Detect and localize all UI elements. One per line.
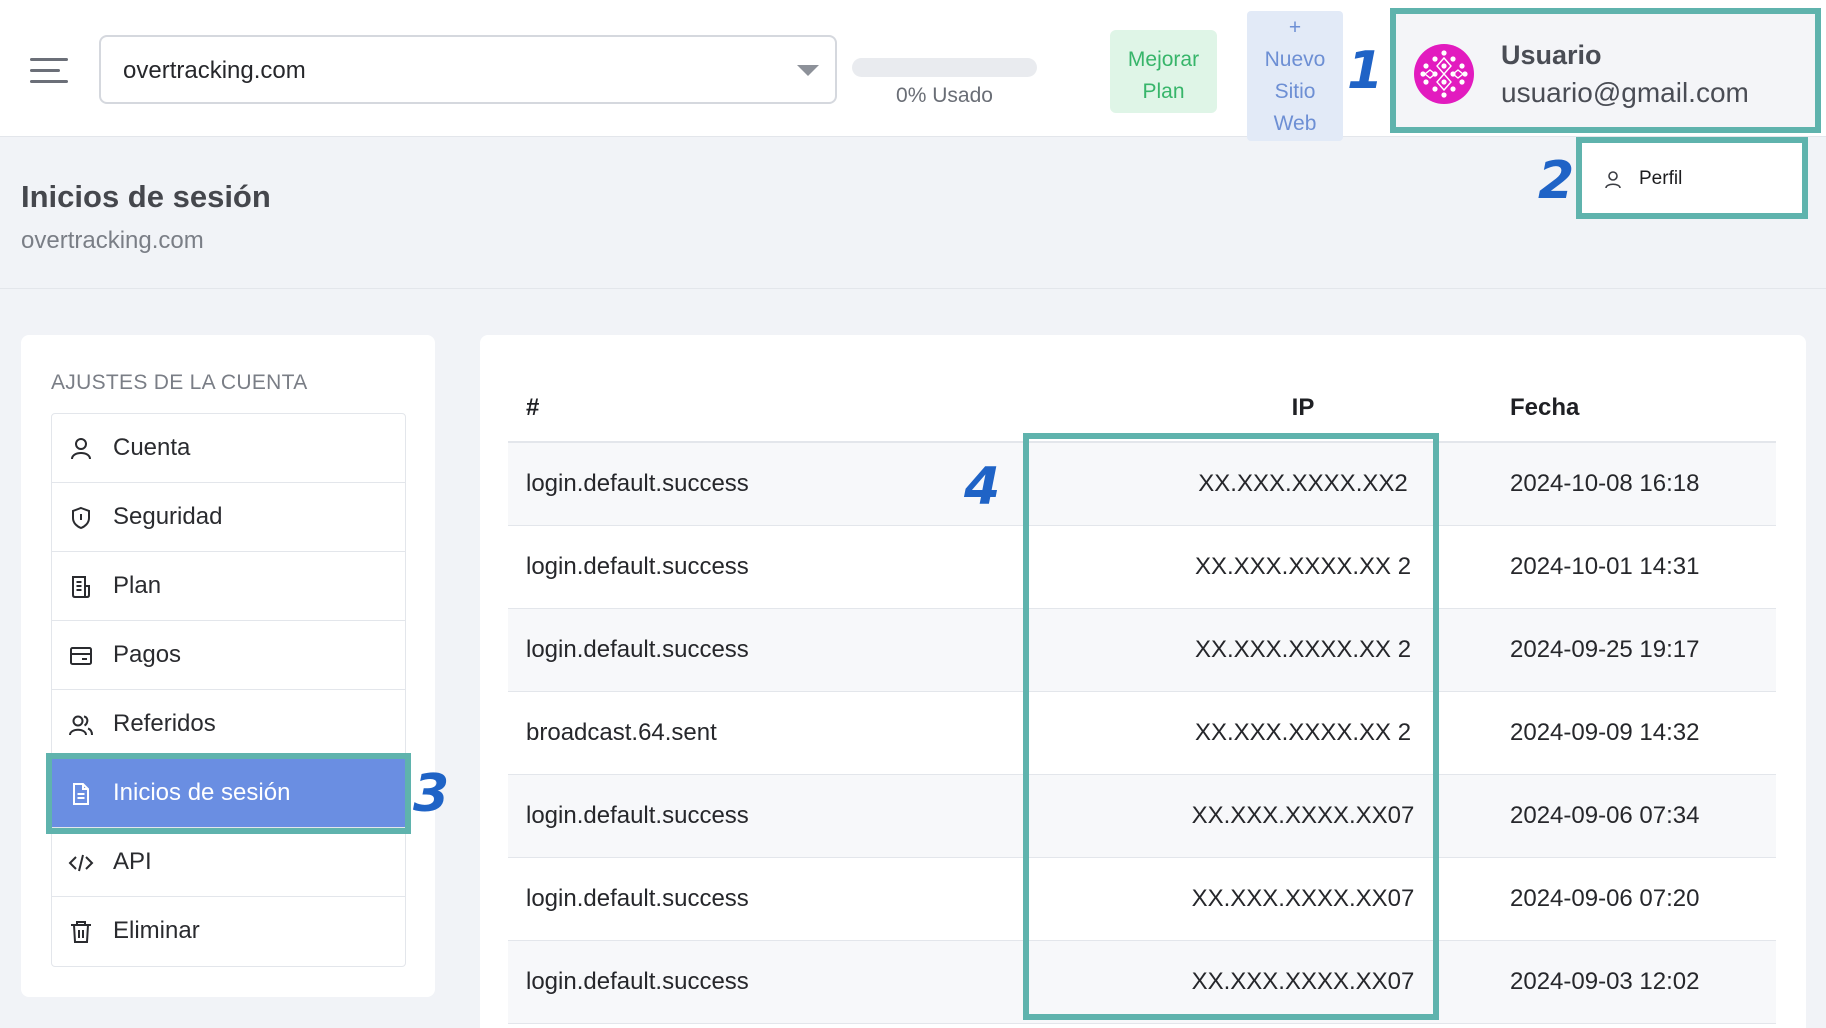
user-email: usuario@gmail.com <box>1501 77 1749 108</box>
sidebar-item-label: Seguridad <box>113 503 223 530</box>
account-settings-sidebar: AJUSTES DE LA CUENTA Cuenta Seguridad Pl… <box>21 335 435 997</box>
date-cell: 2024-09-06 07:34 <box>1488 774 1776 858</box>
code-icon <box>68 854 94 872</box>
table-row: login.default.success XX.XXX.XXXX.XX 2 2… <box>508 525 1776 609</box>
event-cell: login.default.success <box>508 442 1108 526</box>
date-cell: 2024-09-06 07:20 <box>1488 857 1776 941</box>
wallet-icon <box>70 647 92 665</box>
usage-label: 0% Usado <box>896 84 993 107</box>
sidebar-item-api[interactable]: API <box>52 828 405 897</box>
upgrade-plan-label-line2: Plan <box>1142 80 1185 103</box>
sidebar-item-seguridad[interactable]: Seguridad <box>52 483 405 552</box>
date-cell: 2024-09-09 14:32 <box>1488 691 1776 775</box>
annotation-marker-3: 3 <box>413 764 450 824</box>
sidebar-item-label: API <box>113 848 152 875</box>
sidebar-item-pagos[interactable]: Pagos <box>52 621 405 690</box>
new-website-label-line1: Nuevo <box>1264 48 1326 71</box>
ip-cell: XX.XXX.XXXX.XX2 <box>1108 442 1488 526</box>
date-cell: 2024-10-01 14:31 <box>1488 525 1776 609</box>
date-cell: 2024-09-25 19:17 <box>1488 608 1776 692</box>
table-row: login.default.success XX.XXX.XXXX.XX2 20… <box>508 442 1776 526</box>
user-menu[interactable]: Usuario usuario@gmail.com <box>1390 8 1821 133</box>
table-row: login.default.success XX.XXX.XXXX.XX 2 2… <box>508 608 1776 692</box>
event-cell: login.default.success <box>508 940 1108 1024</box>
date-cell: 2024-10-08 16:18 <box>1488 442 1776 526</box>
page-header: Inicios de sesión overtracking.com <box>0 137 1826 289</box>
receipt-icon <box>72 576 90 598</box>
table-row: broadcast.64.sent XX.XXX.XXXX.XX 2 2024-… <box>508 691 1776 775</box>
logins-table-card: # IP Fecha login.default.success XX.XXX.… <box>480 335 1806 1028</box>
ip-cell: XX.XXX.XXXX.XX07 <box>1108 940 1488 1024</box>
page-title: Inicios de sesión <box>21 179 271 214</box>
date-cell: 2024-09-03 12:02 <box>1488 940 1776 1024</box>
column-header-date: Fecha <box>1488 375 1776 443</box>
sidebar-item-label: Inicios de sesión <box>113 779 291 806</box>
usage-progress-bar <box>852 58 1037 77</box>
annotation-marker-1: 1 <box>1347 41 1384 101</box>
ip-cell: XX.XXX.XXXX.XX07 <box>1108 774 1488 858</box>
table-header-row: # IP Fecha <box>508 375 1776 443</box>
ip-cell: XX.XXX.XXXX.XX07 <box>1108 857 1488 941</box>
user-name: Usuario <box>1501 40 1602 70</box>
new-website-label-line3: Web <box>1273 112 1317 135</box>
annotation-marker-4: 4 <box>964 457 1001 517</box>
column-header-event: # <box>508 375 1108 443</box>
upgrade-plan-label-line1: Mejorar <box>1127 48 1200 71</box>
page-subtitle: overtracking.com <box>21 227 204 254</box>
sidebar-item-cuenta[interactable]: Cuenta <box>52 414 405 483</box>
sidebar-item-label: Pagos <box>113 641 182 668</box>
ip-cell: XX.XXX.XXXX.XX 2 <box>1108 525 1488 609</box>
sidebar-item-plan[interactable]: Plan <box>52 552 405 621</box>
trash-icon <box>71 921 91 943</box>
sidebar-item-inicios-de-sesion[interactable]: Inicios de sesión <box>46 753 411 834</box>
sidebar-heading: AJUSTES DE LA CUENTA <box>51 371 308 394</box>
sidebar-item-referidos[interactable]: Referidos <box>52 690 405 759</box>
event-cell: login.default.success <box>508 525 1108 609</box>
event-cell: login.default.success <box>508 608 1108 692</box>
ip-cell: XX.XXX.XXXX.XX 2 <box>1108 691 1488 775</box>
sidebar-item-eliminar[interactable]: Eliminar <box>52 897 405 966</box>
logins-table: # IP Fecha login.default.success XX.XXX.… <box>508 375 1776 1024</box>
sidebar-item-label: Cuenta <box>113 434 191 461</box>
table-row: login.default.success XX.XXX.XXXX.XX07 2… <box>508 940 1776 1024</box>
sidebar-menu: Cuenta Seguridad Plan Pagos Referidos In… <box>46 413 411 967</box>
document-icon <box>73 783 89 805</box>
avatar <box>1414 44 1474 104</box>
sidebar-item-label: Plan <box>113 572 162 599</box>
table-row: login.default.success XX.XXX.XXXX.XX07 2… <box>508 774 1776 858</box>
sidebar-item-label: Eliminar <box>113 917 200 944</box>
plus-icon: + <box>1288 16 1302 39</box>
upgrade-plan-button[interactable]: Mejorar Plan <box>1110 30 1217 113</box>
user-icon <box>71 438 91 460</box>
users-icon <box>69 715 93 736</box>
event-cell: broadcast.64.sent <box>508 691 1108 775</box>
sidebar-item-label: Referidos <box>113 710 216 737</box>
event-cell: login.default.success <box>508 857 1108 941</box>
new-website-button[interactable]: + Nuevo Sitio Web <box>1247 11 1343 141</box>
shield-icon <box>72 506 90 530</box>
hamburger-menu-icon[interactable] <box>30 58 68 84</box>
new-website-label-line2: Sitio <box>1274 80 1316 103</box>
ip-cell: XX.XXX.XXXX.XX 2 <box>1108 608 1488 692</box>
site-select[interactable]: overtracking.com <box>99 35 837 104</box>
column-header-ip: IP <box>1108 375 1488 443</box>
chevron-down-icon <box>797 65 819 76</box>
table-row: login.default.success XX.XXX.XXXX.XX07 2… <box>508 857 1776 941</box>
site-select-value: overtracking.com <box>123 57 306 84</box>
event-cell: login.default.success <box>508 774 1108 858</box>
